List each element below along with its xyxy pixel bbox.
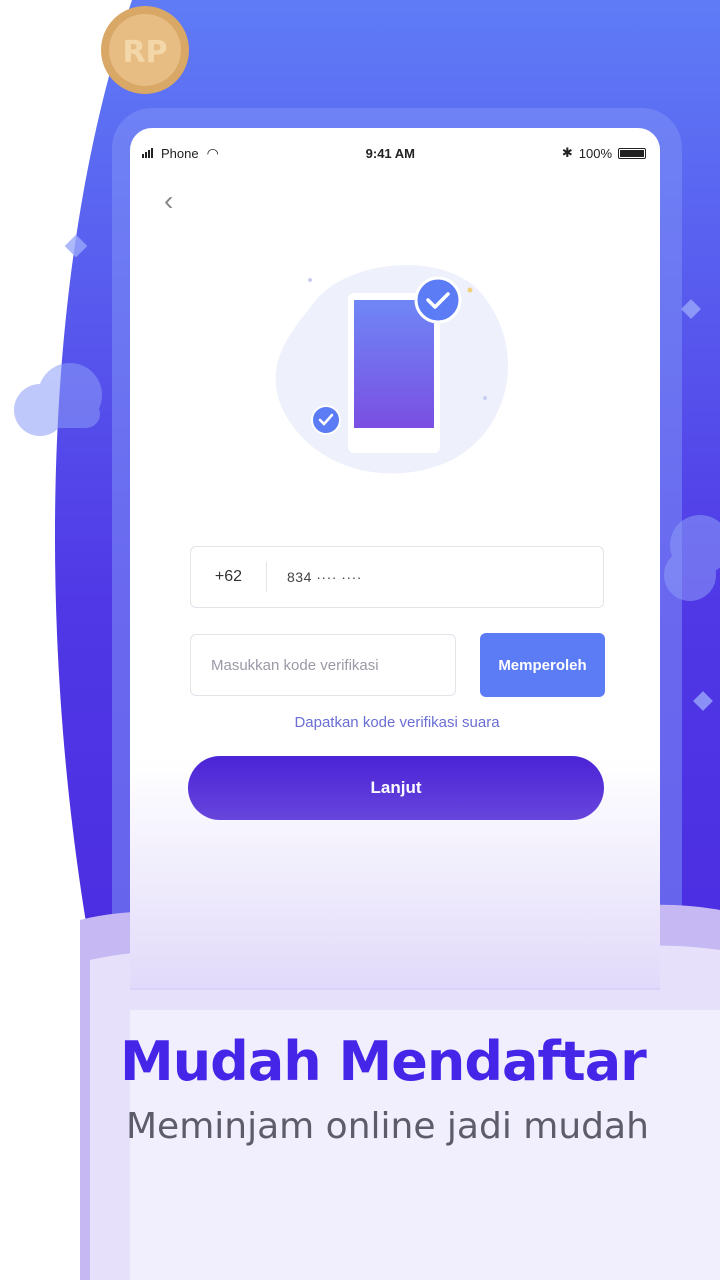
voice-verification-link[interactable]: Dapatkan kode verifikasi suara — [190, 714, 604, 731]
check-icon — [414, 276, 462, 324]
carrier-label: Phone — [161, 145, 199, 161]
promo-headline: Mudah Mendaftar — [120, 1030, 647, 1093]
verification-code-input[interactable] — [190, 634, 456, 696]
bluetooth-icon: ✱ — [561, 145, 573, 160]
phone-number-value: 834 ···· ···· — [287, 569, 362, 585]
coin-icon: RP — [101, 6, 189, 94]
coin-label: RP — [122, 35, 167, 70]
battery-percent: 100% — [578, 145, 612, 161]
signal-icon — [142, 148, 153, 158]
get-code-button[interactable]: Memperoleh — [480, 633, 605, 697]
promo-subline: Meminjam online jadi mudah — [126, 1106, 649, 1147]
country-code[interactable]: +62 — [191, 562, 267, 592]
wifi-icon: ◠ — [206, 144, 219, 161]
phone-verification-illustration — [275, 265, 509, 474]
status-time: 9:41 AM — [365, 145, 416, 161]
next-button[interactable]: Lanjut — [188, 756, 604, 820]
phone-number-field[interactable]: +62 834 ···· ···· — [190, 546, 604, 608]
status-bar: Phone ◠ 9:41 AM ✱ 100% — [130, 128, 660, 178]
small-check-icon — [311, 405, 341, 435]
battery-icon — [618, 147, 646, 159]
back-chevron-icon[interactable]: ‹ — [164, 186, 194, 216]
